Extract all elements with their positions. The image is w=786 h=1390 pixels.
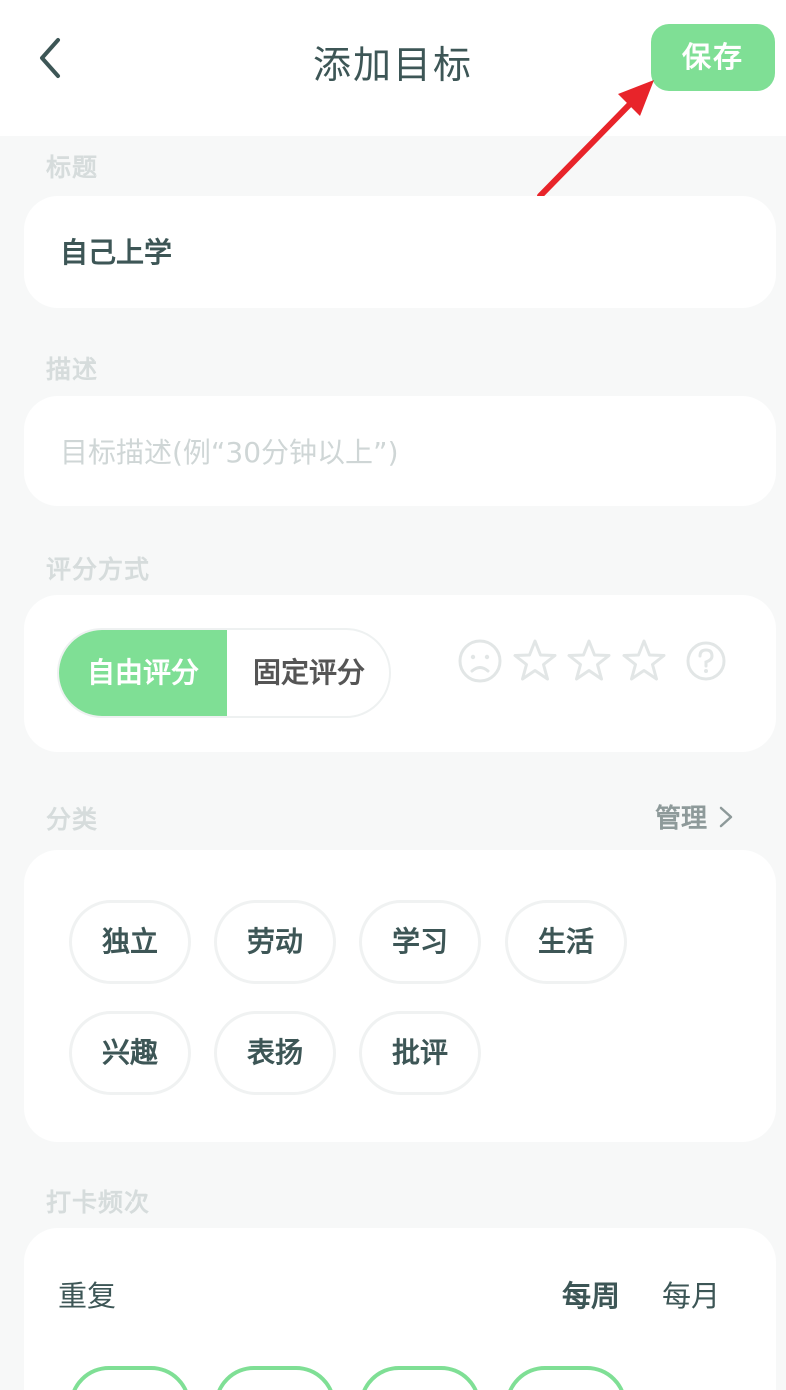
category-chip[interactable]: 独立 [69, 900, 191, 984]
description-section-label: 描述 [46, 355, 99, 384]
help-icon[interactable] [685, 640, 727, 682]
description-field[interactable]: 目标描述(例“30分钟以上”) [60, 431, 399, 471]
weekly-option[interactable]: 每周 [562, 1273, 620, 1315]
star-icon[interactable] [621, 638, 667, 684]
annotation-arrow [537, 80, 654, 199]
rating-mode-toggle: 自由评分 固定评分 [57, 628, 391, 718]
category-card [24, 850, 776, 1142]
manage-label: 管理 [655, 804, 708, 834]
star-icon[interactable] [512, 638, 558, 684]
title-field[interactable]: 自己上学 [60, 231, 172, 271]
sad-face-icon[interactable] [457, 638, 503, 684]
save-button[interactable]: 保存 [651, 24, 775, 91]
manage-link[interactable]: 管理 [655, 798, 736, 835]
category-chip[interactable]: 兴趣 [69, 1011, 191, 1095]
star-icon[interactable] [566, 638, 612, 684]
monthly-option[interactable]: 每月 [662, 1273, 720, 1315]
category-chip[interactable]: 劳动 [214, 900, 336, 984]
frequency-section-label: 打卡频次 [46, 1188, 151, 1217]
category-chip[interactable]: 表扬 [214, 1011, 336, 1095]
category-section-label: 分类 [46, 805, 99, 834]
fixed-rating-option[interactable]: 固定评分 [227, 630, 389, 716]
header-bar: 添加目标 保存 [0, 0, 786, 136]
repeat-label: 重复 [58, 1279, 117, 1313]
category-chip[interactable]: 学习 [359, 900, 481, 984]
rating-section-label: 评分方式 [46, 555, 151, 584]
free-rating-option[interactable]: 自由评分 [59, 630, 227, 716]
category-chip[interactable]: 生活 [505, 900, 627, 984]
category-chip[interactable]: 批评 [359, 1011, 481, 1095]
title-section-label: 标题 [46, 153, 99, 182]
chevron-right-icon [719, 806, 733, 828]
